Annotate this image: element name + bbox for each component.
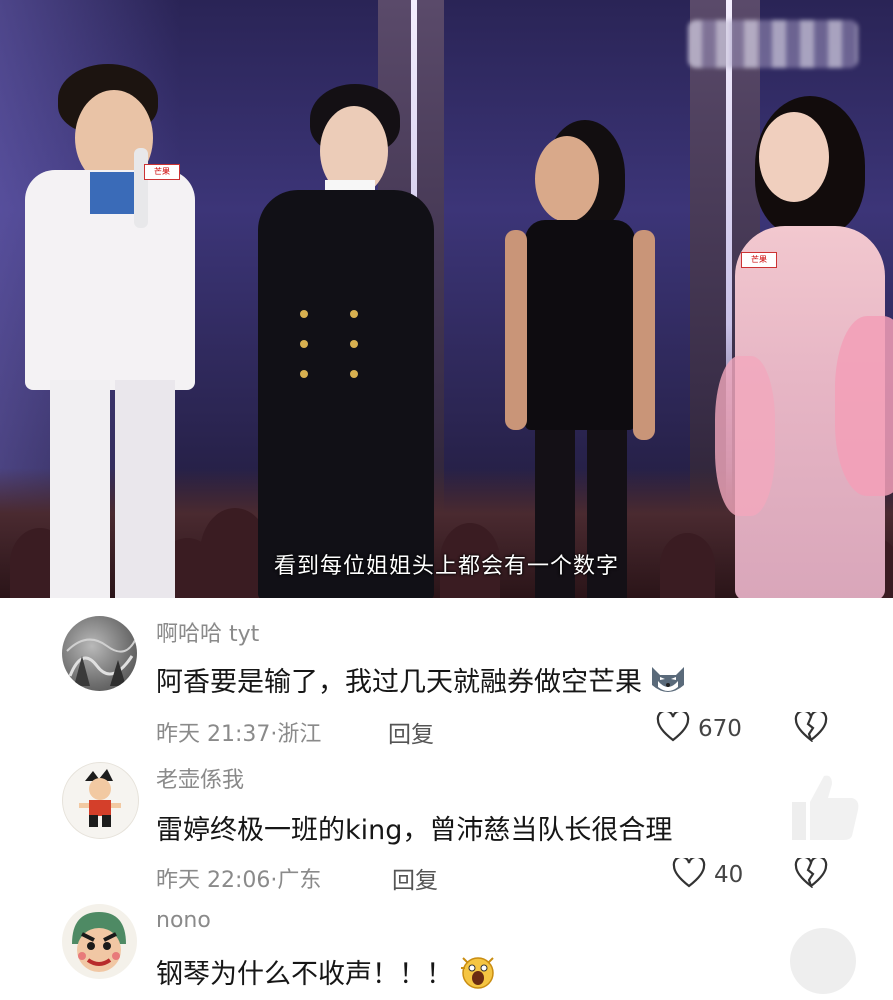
avatar[interactable]: [62, 762, 139, 839]
avatar[interactable]: [62, 904, 137, 979]
floating-action-button[interactable]: [790, 928, 856, 994]
comment-text-body: 阿香要是输了，我过几天就融券做空芒果: [156, 667, 642, 698]
thumbs-up-icon[interactable]: [786, 768, 862, 848]
wolf-face-emoji: [648, 663, 688, 704]
mic-flag: 芒果: [144, 164, 180, 180]
comment-item: 啊哈哈 tyt 阿香要是输了，我过几天就融券做空芒果 昨天 21:37·浙江 回…: [0, 598, 893, 748]
like-count: 670: [698, 716, 742, 742]
contestant-black-coat: [240, 80, 440, 598]
screaming-face-emoji: [459, 954, 497, 997]
comment-item: nono 钢琴为什么不收声！！！: [0, 898, 893, 1000]
dislike-button[interactable]: [794, 855, 828, 892]
host-figure: 芒果: [20, 60, 220, 598]
like-button[interactable]: 40: [672, 855, 744, 892]
comment-location: 浙江: [277, 722, 322, 747]
comment-meta: 昨天 22:06·广东: [156, 862, 321, 894]
avatar[interactable]: [62, 616, 137, 691]
heart-icon: [656, 709, 690, 746]
video-subtitle: 看到每位姐姐头上都会有一个数字: [273, 554, 619, 579]
comment-time: 昨天 22:06: [156, 868, 271, 893]
heart-icon: [672, 855, 706, 892]
username[interactable]: 啊哈哈 tyt: [156, 616, 259, 648]
comment-location: 广东: [277, 868, 322, 893]
comment-list: 啊哈哈 tyt 阿香要是输了，我过几天就融券做空芒果 昨天 21:37·浙江 回…: [0, 598, 893, 1000]
username[interactable]: 老壶係我: [156, 762, 244, 794]
comment-text: 阿香要是输了，我过几天就融券做空芒果: [156, 660, 688, 704]
like-button[interactable]: 670: [656, 709, 742, 746]
video-frame[interactable]: 芒果 芒果 看到每位姐姐头上都会有一个数字: [0, 0, 893, 598]
broken-heart-icon: [794, 709, 828, 746]
broken-heart-icon: [794, 855, 828, 892]
dislike-button[interactable]: [794, 709, 828, 746]
comment-text-body: 钢琴为什么不收声！！！: [156, 959, 453, 990]
comment-item: 老壶係我 雷婷终极一班的king，曾沛慈当队长很合理 昨天 22:06·广东 回…: [0, 748, 893, 898]
blurred-watermark: [688, 20, 858, 68]
comment-time: 昨天 21:37: [156, 722, 271, 747]
reply-button[interactable]: 回复: [392, 861, 438, 895]
comment-meta: 昨天 21:37·浙江: [156, 716, 321, 748]
mic-flag: 芒果: [741, 252, 777, 268]
comment-text: 雷婷终极一班的king，曾沛慈当队长很合理: [156, 815, 673, 846]
like-count: 40: [714, 862, 744, 888]
contestant-pink-gown: 芒果: [715, 96, 893, 598]
comment-text: 钢琴为什么不收声！！！: [156, 952, 497, 997]
reply-button[interactable]: 回复: [388, 715, 434, 749]
username[interactable]: nono: [156, 908, 211, 933]
contestant-black-outfit: [495, 120, 665, 598]
